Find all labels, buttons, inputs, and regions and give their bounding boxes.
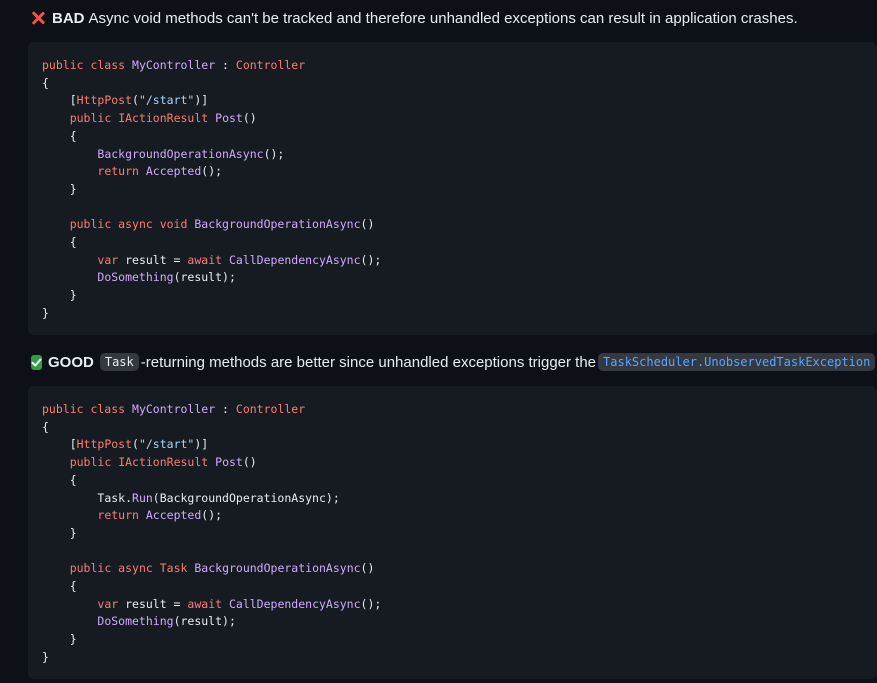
cross-mark-icon: [31, 11, 45, 25]
code-keyword: public async: [69, 561, 153, 576]
code-string: "/start": [138, 437, 195, 452]
code-keyword: await: [187, 252, 223, 267]
code-identifier: Task.: [97, 490, 133, 505]
code-keyword: await: [187, 596, 223, 611]
code-method-name: Post: [215, 455, 243, 470]
code-class-name: MyController: [132, 58, 216, 72]
good-code-block: public class MyController : Controller {…: [28, 386, 877, 679]
code-brace: }: [69, 181, 77, 196]
code-attribute: HttpPost: [76, 437, 133, 452]
code-brace: }: [69, 632, 77, 647]
bad-code-block: public class MyController : Controller {…: [28, 42, 877, 335]
code-brace: {: [69, 128, 77, 143]
code-brace: {: [69, 235, 77, 250]
code-call: BackgroundOperationAsync: [97, 146, 264, 161]
bad-label: BAD: [52, 9, 85, 27]
code-type: Task: [159, 561, 188, 576]
code-call: CallDependencyAsync: [228, 252, 361, 267]
code-call: Accepted: [145, 508, 202, 523]
code-call: Accepted: [145, 164, 202, 179]
code-keyword: public async void: [69, 217, 188, 232]
code-base-type: Controller: [235, 402, 306, 416]
code-keyword: public class: [42, 58, 126, 72]
code-brace: }: [69, 525, 77, 540]
code-call: CallDependencyAsync: [228, 596, 361, 611]
code-call: DoSomething: [97, 614, 174, 629]
bad-code: public class MyController : Controller {…: [42, 58, 382, 320]
code-type: IActionResult: [118, 111, 209, 126]
code-brace: {: [42, 419, 49, 434]
bad-description: Async void methods can't be tracked and …: [88, 9, 798, 27]
inline-code-task: Task: [99, 353, 139, 371]
unobserved-task-exception-link[interactable]: TaskScheduler.UnobservedTaskException: [598, 353, 876, 371]
code-keyword: var: [97, 252, 119, 267]
good-code: public class MyController : Controller {…: [42, 402, 382, 664]
good-label: GOOD: [48, 353, 94, 371]
code-brace: {: [42, 75, 49, 90]
code-keyword: public: [69, 455, 112, 470]
code-method-name: BackgroundOperationAsync: [194, 561, 361, 576]
good-heading: GOOD Task -returning methods are better …: [31, 351, 877, 373]
code-class-name: MyController: [132, 402, 216, 416]
check-mark-icon: [31, 354, 42, 370]
code-method-name: Post: [215, 111, 243, 126]
code-keyword: return: [97, 164, 139, 179]
code-type: IActionResult: [118, 455, 209, 470]
code-base-type: Controller: [235, 58, 306, 72]
bad-heading: BAD Async void methods can't be tracked …: [31, 7, 877, 29]
code-string: "/start": [138, 93, 195, 108]
code-brace: }: [42, 649, 49, 664]
code-brace: {: [69, 472, 77, 487]
code-brace: {: [69, 579, 77, 594]
code-method-name: BackgroundOperationAsync: [194, 217, 361, 232]
code-keyword: public: [69, 111, 112, 126]
code-call: DoSomething: [97, 270, 174, 285]
good-description: -returning methods are better since unha…: [140, 353, 597, 371]
code-identifier: BackgroundOperationAsync: [159, 490, 326, 505]
code-brace: }: [69, 288, 77, 303]
code-keyword: public class: [42, 402, 126, 416]
code-attribute: HttpPost: [76, 93, 133, 108]
code-brace: }: [42, 305, 49, 320]
code-keyword: return: [97, 508, 139, 523]
code-call: Run: [132, 490, 153, 505]
code-keyword: var: [97, 596, 119, 611]
